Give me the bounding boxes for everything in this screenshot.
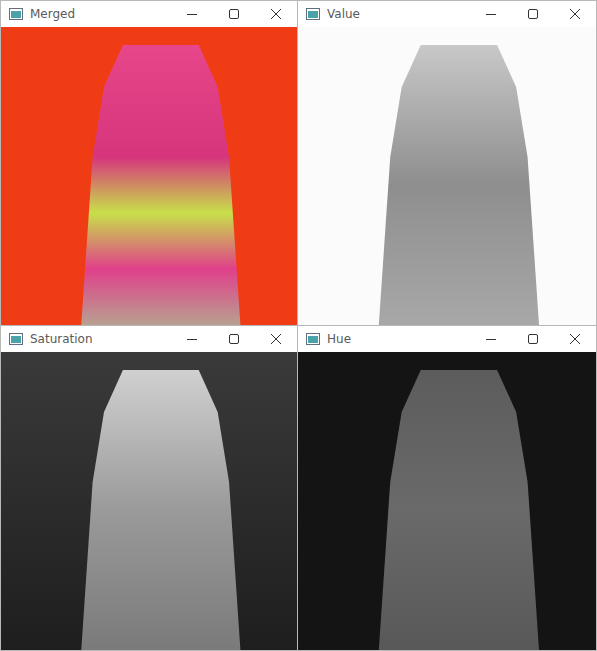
close-button[interactable] [554, 1, 596, 27]
close-button[interactable] [255, 1, 297, 27]
minimize-icon [187, 9, 197, 19]
window-icon [9, 7, 23, 21]
minimize-button[interactable] [171, 326, 213, 352]
minimize-button[interactable] [171, 1, 213, 27]
temple-picture [66, 45, 255, 325]
window-title: Value [327, 7, 463, 21]
image-view [298, 27, 596, 325]
maximize-button[interactable] [512, 1, 554, 27]
window-title: Hue [327, 332, 463, 346]
window-icon [306, 332, 320, 346]
window-title: Merged [30, 7, 164, 21]
title-bar[interactable]: Saturation [1, 326, 297, 352]
window-icon [9, 332, 23, 346]
minimize-icon [187, 334, 197, 344]
maximize-icon [229, 334, 239, 344]
close-icon [570, 9, 580, 19]
image-view [1, 352, 297, 650]
temple-picture [364, 45, 555, 325]
maximize-icon [528, 334, 538, 344]
image-window[interactable]: Hue [297, 325, 597, 651]
close-button[interactable] [554, 326, 596, 352]
image-window[interactable]: Value [297, 0, 597, 326]
maximize-button[interactable] [213, 326, 255, 352]
close-icon [271, 9, 281, 19]
image-view [298, 352, 596, 650]
minimize-button[interactable] [470, 1, 512, 27]
window-icon [306, 7, 320, 21]
close-icon [570, 334, 580, 344]
image-window[interactable]: Saturation [0, 325, 298, 651]
image-window[interactable]: Merged [0, 0, 298, 326]
maximize-icon [229, 9, 239, 19]
minimize-icon [486, 9, 496, 19]
close-icon [271, 334, 281, 344]
temple-picture [364, 370, 555, 650]
title-bar[interactable]: Value [298, 1, 596, 27]
maximize-button[interactable] [213, 1, 255, 27]
minimize-button[interactable] [470, 326, 512, 352]
image-view [1, 27, 297, 325]
window-title: Saturation [30, 332, 164, 346]
minimize-icon [486, 334, 496, 344]
maximize-button[interactable] [512, 326, 554, 352]
desktop: Merged Value Saturation Hue [0, 0, 597, 651]
title-bar[interactable]: Hue [298, 326, 596, 352]
maximize-icon [528, 9, 538, 19]
temple-picture [66, 370, 255, 650]
title-bar[interactable]: Merged [1, 1, 297, 27]
close-button[interactable] [255, 326, 297, 352]
